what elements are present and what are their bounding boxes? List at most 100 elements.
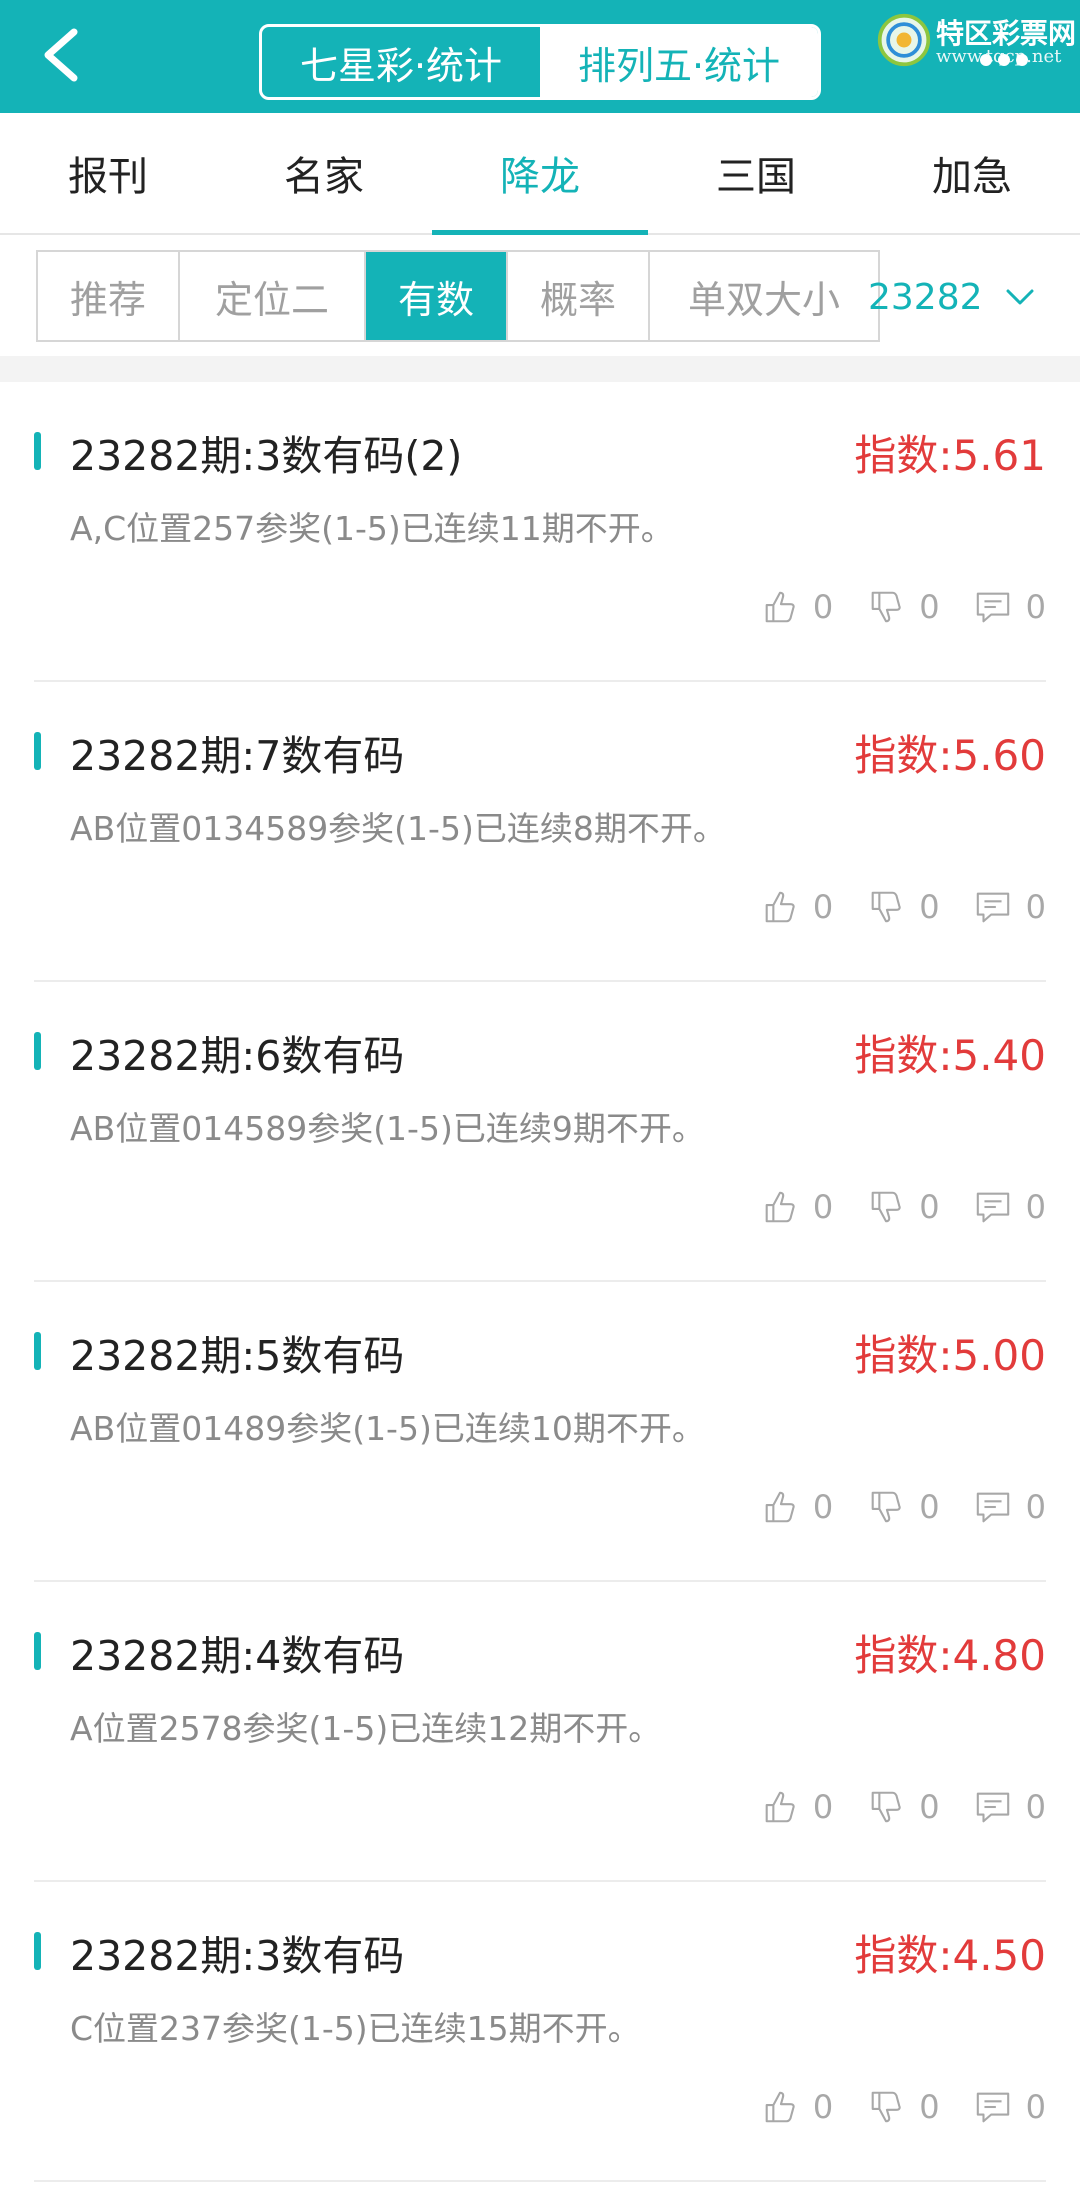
item-description: A,C位置257参奖(1-5)已连续11期不开。 [70,509,674,548]
like-button[interactable]: 0 [761,1788,833,1826]
subtab-youshu[interactable]: 有数 [366,252,508,340]
accent-bar [34,1632,41,1670]
list-item[interactable]: 23282期:7数有码 指数:5.60 AB位置0134589参奖(1-5)已连… [34,682,1046,982]
dislike-button[interactable]: 0 [867,1788,940,1826]
comment-button[interactable]: 0 [974,1788,1046,1826]
list-item[interactable]: 23282期:3数有码(2) 指数:5.61 A,C位置257参奖(1-5)已连… [34,382,1046,682]
accent-bar [34,1932,41,1970]
back-button[interactable] [30,20,100,90]
item-actions: 0 0 0 [761,888,1046,926]
thumbs-down-icon [871,1191,901,1223]
issue-selector[interactable]: 23282 [868,262,1035,332]
like-button[interactable]: 0 [761,588,833,626]
comment-count: 0 [1025,1188,1046,1226]
list-item[interactable]: 23282期:5数有码 指数:5.00 AB位置01489参奖(1-5)已连续1… [34,1282,1046,1582]
item-actions: 0 0 0 [761,1188,1046,1226]
item-description: AB位置014589参奖(1-5)已连续9期不开。 [70,1109,705,1148]
thumbs-up-icon [765,591,795,623]
item-actions: 0 0 0 [761,2088,1046,2126]
segment-pailiewu[interactable]: 排列五·统计 [540,27,818,97]
item-score: 指数:5.00 [854,1331,1046,1380]
dot-icon [980,54,992,66]
comment-count: 0 [1025,1488,1046,1526]
item-score: 指数:5.61 [854,431,1046,480]
thumbs-down-icon [871,1491,901,1523]
comment-icon [976,892,1009,923]
statistics-list: 23282期:3数有码(2) 指数:5.61 A,C位置257参奖(1-5)已连… [0,382,1080,2182]
item-description: AB位置01489参奖(1-5)已连续10期不开。 [70,1409,705,1448]
thumbs-up-icon [765,1491,795,1523]
comment-count: 0 [1025,1788,1046,1826]
comment-button[interactable]: 0 [974,1488,1046,1526]
comment-icon [976,1492,1009,1523]
dislike-count: 0 [919,1488,940,1526]
accent-bar [34,1332,41,1370]
list-item[interactable]: 23282期:6数有码 指数:5.40 AB位置014589参奖(1-5)已连续… [34,982,1046,1282]
comment-button[interactable]: 0 [974,888,1046,926]
subtab-gailv[interactable]: 概率 [508,252,650,340]
item-actions: 0 0 0 [761,1488,1046,1526]
dislike-count: 0 [919,1188,940,1226]
item-actions: 0 0 0 [761,1788,1046,1826]
thumbs-up-icon [765,1191,795,1223]
item-score: 指数:4.50 [854,1931,1046,1980]
item-description: A位置2578参奖(1-5)已连续12期不开。 [70,1709,662,1748]
swirl-logo-icon [877,13,931,67]
dislike-button[interactable]: 0 [867,588,940,626]
item-title: 23282期:3数有码(2) [70,432,463,480]
item-actions: 0 0 0 [761,588,1046,626]
dot-icon [1016,54,1028,66]
dislike-button[interactable]: 0 [867,1188,940,1226]
comment-button[interactable]: 0 [974,1188,1046,1226]
comment-icon [976,2092,1009,2123]
item-score: 指数:5.60 [854,731,1046,780]
issue-number: 23282 [868,276,983,318]
tab-mingjia[interactable]: 名家 [216,113,432,233]
thumbs-up-icon [765,891,795,923]
item-title: 23282期:7数有码 [70,732,405,780]
comment-icon [976,592,1009,623]
like-count: 0 [812,1488,834,1526]
like-button[interactable]: 0 [761,2088,833,2126]
thumbs-up-icon [765,2091,795,2123]
thumbs-down-icon [871,891,901,923]
comment-icon [976,1792,1009,1823]
item-score: 指数:5.40 [854,1031,1046,1080]
like-count: 0 [812,588,834,626]
subtab-dingweier[interactable]: 定位二 [180,252,366,340]
segment-qixingcai[interactable]: 七星彩·统计 [262,27,540,97]
like-count: 0 [812,2088,834,2126]
accent-bar [34,732,41,770]
sub-tab-bar: 推荐 定位二 有数 概率 单双大小 [36,250,880,342]
list-item[interactable]: 23282期:4数有码 指数:4.80 A位置2578参奖(1-5)已连续12期… [34,1582,1046,1882]
dislike-count: 0 [919,888,940,926]
item-title: 23282期:4数有码 [70,1632,405,1680]
tab-sanguo[interactable]: 三国 [648,113,864,233]
accent-bar [34,1032,41,1070]
dot-icon [998,54,1010,66]
like-button[interactable]: 0 [761,1188,833,1226]
like-button[interactable]: 0 [761,888,833,926]
tab-baokan[interactable]: 报刊 [0,113,216,233]
subtab-tuijian[interactable]: 推荐 [38,252,180,340]
dislike-button[interactable]: 0 [867,2088,940,2126]
like-button[interactable]: 0 [761,1488,833,1526]
tab-xianglong[interactable]: 降龙 [432,113,648,235]
comment-button[interactable]: 0 [974,588,1046,626]
list-item[interactable]: 23282期:3数有码 指数:4.50 C位置237参奖(1-5)已连续15期不… [34,1882,1046,2182]
dislike-button[interactable]: 0 [867,1488,940,1526]
comment-count: 0 [1025,888,1046,926]
tab-jiaji[interactable]: 加急 [864,113,1080,233]
subtab-danshuangdaxiao[interactable]: 单双大小 [650,252,878,340]
dislike-button[interactable]: 0 [867,888,940,926]
section-divider [0,356,1080,382]
comment-count: 0 [1025,2088,1046,2126]
item-score: 指数:4.80 [854,1631,1046,1680]
lottery-segmented-control: 七星彩·统计 排列五·统计 [259,24,821,100]
comment-button[interactable]: 0 [974,2088,1046,2126]
thumbs-down-icon [871,591,901,623]
item-title: 23282期:3数有码 [70,1932,405,1980]
thumbs-down-icon [871,2091,901,2123]
thumbs-up-icon [765,1791,795,1823]
more-menu-button[interactable] [980,54,1028,66]
